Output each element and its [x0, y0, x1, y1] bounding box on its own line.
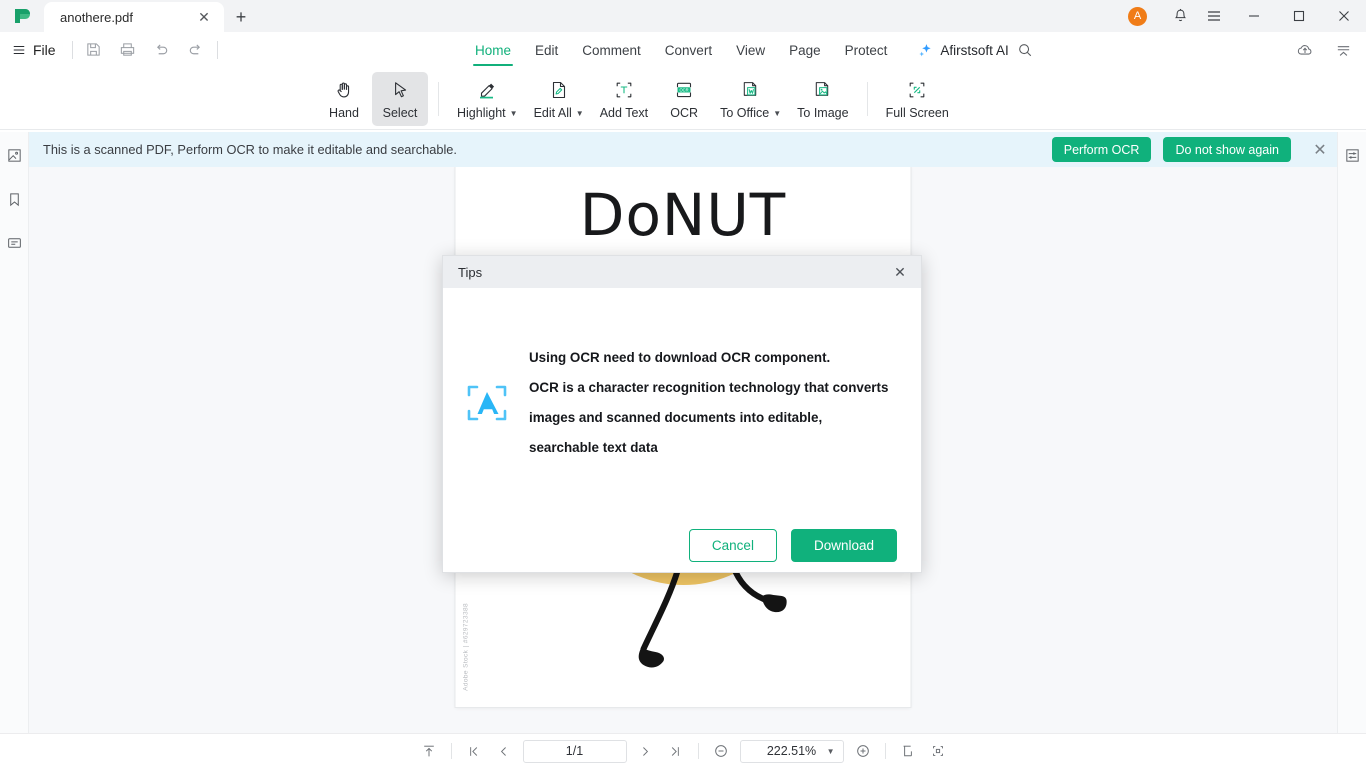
ocr-scan-icon — [465, 381, 509, 425]
dialog-message-line-2: OCR is a character recognition technolog… — [529, 380, 889, 395]
dialog-body: Using OCR need to download OCR component… — [443, 288, 921, 518]
cancel-button[interactable]: Cancel — [688, 528, 777, 562]
dialog-message-line-3: images and scanned documents into editab… — [529, 410, 823, 425]
dialog-actions: Cancel Download — [443, 518, 921, 572]
dialog-message: Using OCR need to download OCR component… — [529, 343, 888, 463]
close-dialog-icon[interactable]: ✕ — [887, 259, 913, 285]
tips-dialog: Tips ✕ Using OCR need to download OCR co… — [442, 255, 922, 573]
dialog-title: Tips — [458, 264, 483, 280]
download-button[interactable]: Download — [790, 528, 897, 562]
dialog-message-line-1: Using OCR need to download OCR component… — [529, 350, 831, 365]
dialog-message-line-4: searchable text data — [529, 440, 658, 455]
dialog-title-bar: Tips ✕ — [443, 256, 921, 288]
